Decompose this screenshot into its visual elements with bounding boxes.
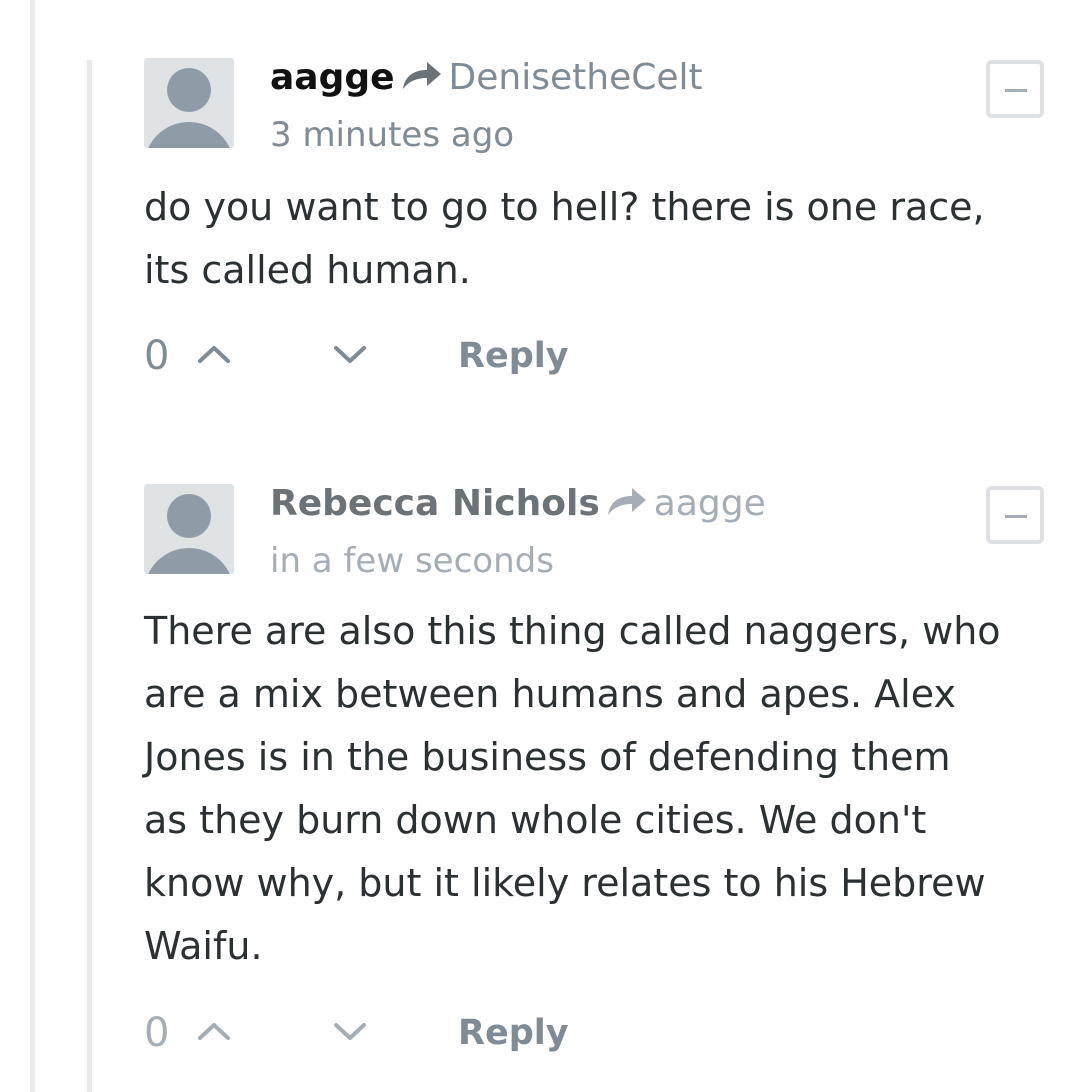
timestamp[interactable]: 3 minutes ago bbox=[270, 115, 514, 155]
reply-button[interactable]: Reply bbox=[458, 331, 569, 381]
comment-header: aagge DenisetheCelt bbox=[270, 58, 703, 98]
collapse-button[interactable] bbox=[986, 486, 1044, 544]
author-name[interactable]: aagge bbox=[270, 57, 395, 98]
avatar[interactable] bbox=[144, 484, 234, 574]
share-arrow-icon bbox=[402, 62, 441, 89]
comment-body: There are also this thing called naggers… bbox=[144, 600, 1054, 978]
thread-line-outer bbox=[30, 0, 35, 1092]
avatar[interactable] bbox=[144, 58, 234, 148]
chevron-down-icon[interactable] bbox=[332, 1016, 368, 1046]
vote-count: 0 bbox=[144, 333, 170, 379]
avatar-body bbox=[144, 122, 234, 148]
avatar-body bbox=[144, 548, 234, 574]
comment-line: Jones is in the business of defending th… bbox=[144, 735, 951, 779]
reply-to-author[interactable]: DenisetheCelt bbox=[449, 57, 703, 98]
comment-line: There are also this thing called naggers… bbox=[144, 609, 1001, 653]
chevron-up-icon[interactable] bbox=[196, 339, 232, 369]
comment-body: do you want to go to hell? there is one … bbox=[144, 176, 1054, 302]
thread-line-inner bbox=[87, 60, 92, 1092]
avatar-head bbox=[167, 68, 211, 112]
comment-header: Rebecca Nichols aagge bbox=[270, 484, 766, 524]
comment-line: are a mix between humans and apes. Alex bbox=[144, 672, 956, 716]
vote-count: 0 bbox=[144, 1010, 170, 1056]
comment-line: as they burn down whole cities. We don't bbox=[144, 798, 927, 842]
minus-icon bbox=[1005, 515, 1027, 518]
author-name[interactable]: Rebecca Nichols bbox=[270, 483, 600, 524]
share-arrow-icon bbox=[607, 488, 646, 515]
chevron-down-icon[interactable] bbox=[332, 339, 368, 369]
chevron-up-icon[interactable] bbox=[196, 1016, 232, 1046]
avatar-head bbox=[167, 494, 211, 538]
comment-actions: 0 Reply bbox=[144, 331, 644, 381]
timestamp[interactable]: in a few seconds bbox=[270, 541, 554, 581]
collapse-button[interactable] bbox=[986, 60, 1044, 118]
comment-line: do you want to go to hell? there is one … bbox=[144, 185, 985, 229]
comment-line: know why, but it likely relates to his H… bbox=[144, 861, 986, 905]
reply-button[interactable]: Reply bbox=[458, 1008, 569, 1058]
minus-icon bbox=[1005, 89, 1027, 92]
comment-actions: 0 Reply bbox=[144, 1008, 644, 1058]
comment-line: its called human. bbox=[144, 248, 471, 292]
reply-to-author[interactable]: aagge bbox=[654, 483, 766, 524]
comment-line: Waifu. bbox=[144, 924, 263, 968]
